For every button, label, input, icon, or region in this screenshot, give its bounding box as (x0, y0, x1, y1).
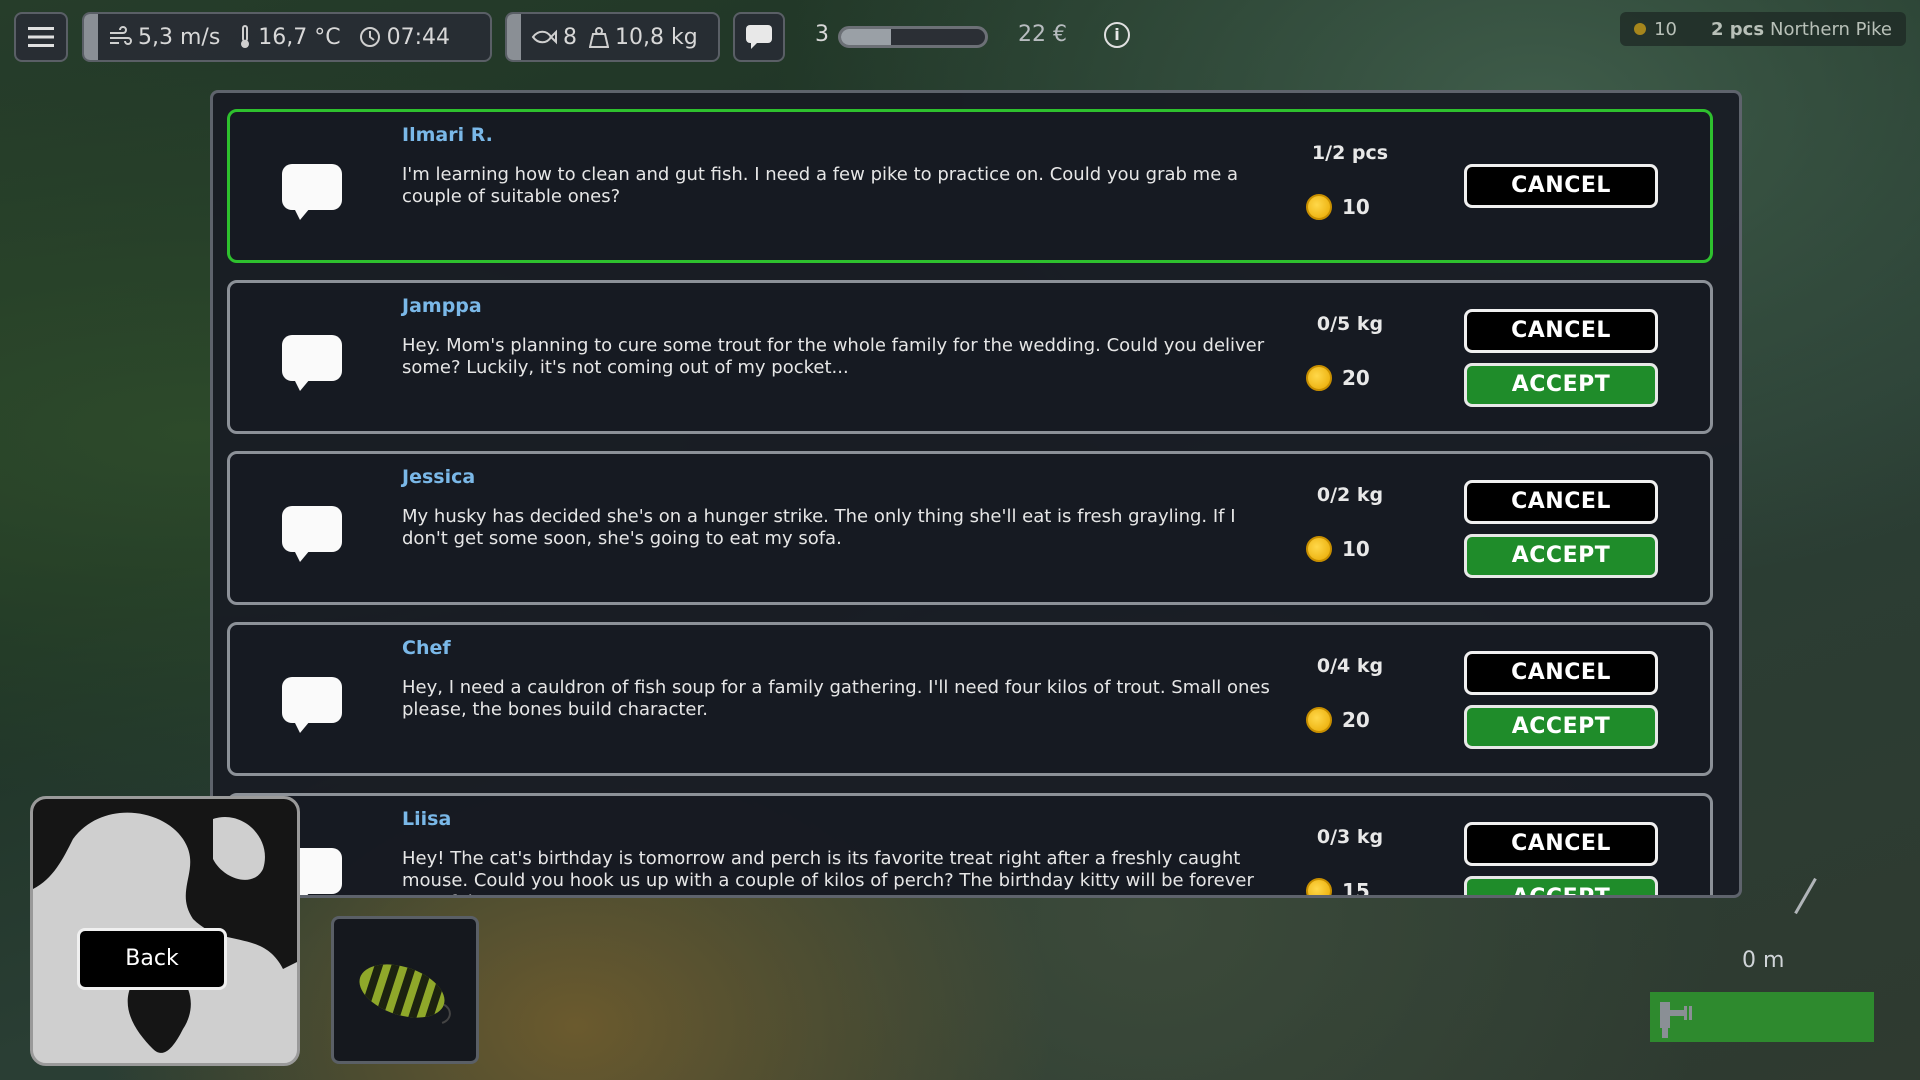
accept-button[interactable]: ACCEPT (1464, 876, 1658, 895)
quest-giver-name: Jessica (402, 466, 476, 488)
speech-bubble-icon (282, 677, 342, 733)
accept-button[interactable]: ACCEPT (1464, 363, 1658, 407)
accept-button[interactable]: ACCEPT (1464, 534, 1658, 578)
quest-reward-value: 15 (1342, 879, 1370, 898)
xp-progress-bar (838, 26, 988, 48)
accept-button[interactable]: ACCEPT (1464, 705, 1658, 749)
wind-icon (110, 26, 132, 45)
quest-reward-value: 10 (1342, 537, 1370, 561)
quest-card: Jessica My husky has decided she's on a … (227, 451, 1713, 605)
coin-icon (1634, 23, 1647, 35)
quest-card: Liisa Hey! The cat's birthday is tomorro… (227, 793, 1713, 898)
lure-icon (357, 954, 451, 1028)
weight-value: 10,8 kg (615, 24, 698, 50)
cancel-button[interactable]: CANCEL (1464, 480, 1658, 524)
back-button[interactable]: Back (77, 928, 227, 990)
info-icon[interactable]: i (1104, 22, 1130, 48)
temperature-readout: 16,7 °C (238, 24, 341, 50)
speech-bubble-icon (282, 506, 342, 562)
line-distance: 0 m (1742, 948, 1785, 973)
quest-message: Hey. Mom's planning to cure some trout f… (402, 335, 1265, 378)
weight-icon (589, 27, 609, 48)
tracker-amount: 2 pcs (1710, 18, 1765, 40)
time-readout: 07:44 (359, 25, 450, 50)
quest-reward: 20 (1306, 707, 1370, 733)
quest-reward: 10 (1306, 536, 1370, 562)
coin-icon (1306, 878, 1332, 895)
quest-progress: 0/5 kg (1316, 313, 1384, 335)
quest-reward-value: 20 (1342, 708, 1370, 732)
quest-reward: 15 (1306, 878, 1370, 898)
cancel-button[interactable]: CANCEL (1464, 164, 1658, 208)
quest-message: I'm learning how to clean and gut fish. … (402, 164, 1239, 207)
speech-bubble-icon (746, 25, 772, 49)
quest-message: Hey, I need a cauldron of fish soup for … (402, 677, 1270, 720)
fish-count-readout: 8 (531, 25, 577, 50)
quest-progress: 0/3 kg (1316, 826, 1384, 848)
quest-reward: 10 (1306, 194, 1370, 220)
quest-card: Chef Hey, I need a cauldron of fish soup… (227, 622, 1713, 776)
cancel-button[interactable]: CANCEL (1464, 309, 1658, 353)
hamburger-icon (28, 27, 54, 47)
coin-icon (1306, 365, 1332, 391)
thermometer-icon (241, 25, 250, 48)
quest-reward-value: 20 (1342, 366, 1370, 390)
quest-progress: 0/2 kg (1316, 484, 1384, 506)
quest-giver-name: Chef (402, 637, 451, 659)
quest-progress: 0/4 kg (1316, 655, 1384, 677)
quest-card: Ilmari R. I'm learning how to clean and … (227, 109, 1713, 263)
temperature-value: 16,7 °C (258, 24, 341, 50)
menu-button[interactable] (14, 12, 68, 62)
quest-panel: Ilmari R. I'm learning how to clean and … (210, 90, 1742, 898)
rod-indicator (1794, 877, 1817, 915)
coin-icon (1306, 707, 1332, 733)
coin-icon (1306, 194, 1332, 220)
quest-reward-value: 10 (1342, 195, 1370, 219)
panel-grip (84, 14, 98, 60)
quest-giver-name: Liisa (402, 808, 452, 830)
catch-panel: 8 10,8 kg (505, 12, 720, 62)
reel-icon (1660, 1002, 1692, 1038)
quest-giver-name: Jamppa (402, 295, 482, 317)
fish-icon (531, 29, 557, 45)
quest-progress: 1/2 pcs (1311, 142, 1389, 164)
lure-slot[interactable] (331, 916, 479, 1064)
quest-reward: 20 (1306, 365, 1370, 391)
quest-giver-name: Ilmari R. (402, 124, 493, 146)
fish-count-value: 8 (563, 24, 577, 50)
money-value: 22 € (1018, 22, 1067, 47)
wind-value: 5,3 m/s (138, 24, 221, 50)
panel-grip (507, 14, 521, 60)
cancel-button[interactable]: CANCEL (1464, 822, 1658, 866)
xp-progress-fill (841, 29, 892, 45)
quest-message: My husky has decided she's on a hunger s… (402, 506, 1236, 549)
time-value: 07:44 (386, 24, 451, 50)
tracker-fish: Northern Pike (1770, 18, 1892, 40)
line-tension-bar (1650, 992, 1874, 1042)
tracker-reward: 10 (1654, 18, 1677, 40)
weather-panel: 5,3 m/s 16,7 °C 07:44 (82, 12, 492, 62)
cancel-button[interactable]: CANCEL (1464, 651, 1658, 695)
quest-message: Hey! The cat's birthday is tomorrow and … (402, 848, 1254, 895)
speech-bubble-icon (282, 335, 342, 391)
quest-card: Jamppa Hey. Mom's planning to cure some … (227, 280, 1713, 434)
speech-bubble-icon (282, 164, 342, 220)
coin-icon (1306, 536, 1332, 562)
chat-button[interactable] (733, 12, 785, 62)
player-level: 3 (815, 22, 829, 47)
wind-readout: 5,3 m/s (108, 25, 220, 50)
active-quest-tracker: 10 2 pcs Northern Pike (1620, 12, 1906, 46)
clock-icon (359, 27, 380, 47)
weight-readout: 10,8 kg (589, 25, 698, 50)
